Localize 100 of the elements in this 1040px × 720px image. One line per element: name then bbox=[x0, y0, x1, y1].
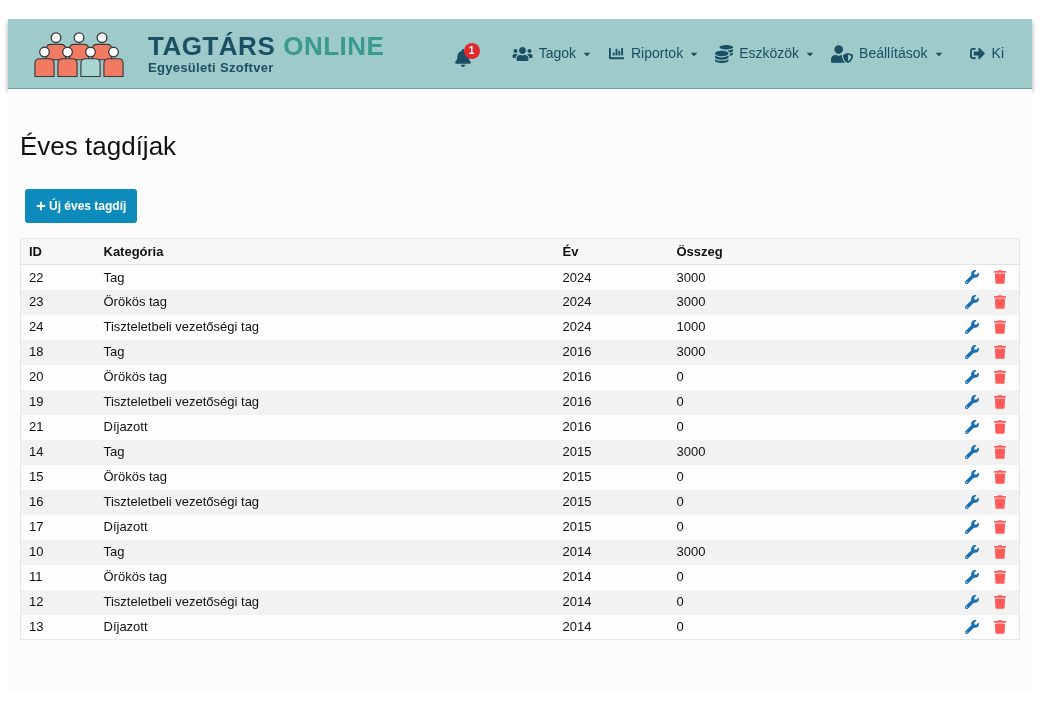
table-cell: 2014 bbox=[554, 614, 669, 640]
table-cell: 2016 bbox=[554, 389, 669, 415]
table-cell: Tag bbox=[95, 264, 555, 290]
edit-button[interactable] bbox=[965, 520, 979, 534]
table-cell: 2015 bbox=[554, 464, 669, 490]
delete-button[interactable] bbox=[994, 345, 1006, 359]
notifications-button[interactable]: 1 bbox=[454, 42, 480, 67]
table-cell: Tiszteletbeli vezetőségi tag bbox=[95, 389, 555, 415]
trash-icon bbox=[994, 570, 1006, 584]
coins-icon bbox=[715, 44, 734, 63]
table-cell: Tag bbox=[95, 539, 555, 565]
logo-title-accent: ONLINE bbox=[283, 31, 385, 60]
wrench-icon bbox=[965, 420, 979, 434]
users-icon bbox=[511, 45, 533, 62]
nav-menu[interactable]: Eszközök bbox=[715, 38, 815, 69]
edit-button[interactable] bbox=[965, 395, 979, 409]
trash-icon bbox=[994, 420, 1006, 434]
table-cell: Díjazott bbox=[95, 614, 555, 640]
table-cell: 0 bbox=[668, 389, 940, 415]
wrench-icon bbox=[965, 270, 979, 285]
delete-button[interactable] bbox=[994, 395, 1006, 409]
column-header: Kategória bbox=[95, 238, 555, 265]
delete-button[interactable] bbox=[994, 570, 1006, 584]
trash-icon bbox=[994, 270, 1006, 285]
edit-button[interactable] bbox=[965, 595, 979, 609]
edit-button[interactable] bbox=[965, 470, 979, 484]
page-title: Éves tagdíjak bbox=[20, 130, 178, 162]
wrench-icon bbox=[965, 345, 979, 359]
nav-menu[interactable]: Tagok bbox=[511, 38, 591, 69]
edit-button[interactable] bbox=[965, 545, 979, 559]
trash-icon bbox=[994, 595, 1006, 609]
bar-chart-icon bbox=[608, 46, 625, 61]
delete-button[interactable] bbox=[994, 320, 1006, 334]
delete-button[interactable] bbox=[994, 595, 1006, 609]
table-cell: 2016 bbox=[554, 364, 669, 390]
table-cell: 2024 bbox=[554, 289, 669, 315]
delete-button[interactable] bbox=[994, 370, 1006, 384]
new-fee-button[interactable]: Új éves tagdíj bbox=[25, 189, 138, 223]
table-cell: Örökös tag bbox=[95, 364, 555, 390]
table-cell: 3000 bbox=[668, 264, 940, 290]
wrench-icon bbox=[965, 295, 979, 309]
table-cell: 15 bbox=[20, 464, 96, 490]
table-cell: 2014 bbox=[554, 589, 669, 615]
delete-button[interactable] bbox=[994, 495, 1006, 509]
edit-button[interactable] bbox=[965, 570, 979, 584]
table-cell: 21 bbox=[20, 414, 96, 440]
edit-button[interactable] bbox=[965, 445, 979, 459]
notification-count-badge: 1 bbox=[463, 42, 480, 59]
delete-button[interactable] bbox=[994, 270, 1006, 285]
table-cell: 19 bbox=[20, 389, 96, 415]
table-cell: 0 bbox=[668, 464, 940, 490]
trash-icon bbox=[994, 545, 1006, 559]
delete-button[interactable] bbox=[994, 470, 1006, 484]
table-cell: 2015 bbox=[554, 489, 669, 515]
table-cell: 20 bbox=[20, 364, 96, 390]
delete-button[interactable] bbox=[994, 619, 1006, 634]
delete-button[interactable] bbox=[994, 420, 1006, 434]
edit-button[interactable] bbox=[965, 320, 979, 334]
delete-button[interactable] bbox=[994, 295, 1006, 309]
table-cell: Tiszteletbeli vezetőségi tag bbox=[95, 589, 555, 615]
table-cell: 2016 bbox=[554, 339, 669, 365]
column-header: ID bbox=[20, 238, 96, 265]
edit-button[interactable] bbox=[965, 345, 979, 359]
logo-subtitle: Egyesületi Szoftver bbox=[148, 59, 275, 76]
edit-button[interactable] bbox=[965, 370, 979, 384]
nav-menu[interactable]: Beállítások bbox=[831, 38, 943, 69]
table-cell: 12 bbox=[20, 589, 96, 615]
wrench-icon bbox=[965, 470, 979, 484]
wrench-icon bbox=[965, 320, 979, 334]
table-cell: 3000 bbox=[668, 439, 940, 465]
table-cell: 16 bbox=[20, 489, 96, 515]
table-cell: 17 bbox=[20, 514, 96, 540]
edit-button[interactable] bbox=[965, 270, 979, 285]
wrench-icon bbox=[965, 619, 979, 634]
delete-button[interactable] bbox=[994, 520, 1006, 534]
table-cell: 3000 bbox=[668, 339, 940, 365]
table-cell: 1000 bbox=[668, 314, 940, 340]
wrench-icon bbox=[965, 570, 979, 584]
edit-button[interactable] bbox=[965, 295, 979, 309]
delete-button[interactable] bbox=[994, 545, 1006, 559]
edit-button[interactable] bbox=[965, 420, 979, 434]
table-cell: Díjazott bbox=[95, 414, 555, 440]
table-cell: 13 bbox=[20, 614, 96, 640]
nav-menu[interactable]: Riportok bbox=[608, 38, 699, 69]
table-cell: 2024 bbox=[554, 264, 669, 290]
table-cell: 0 bbox=[668, 489, 940, 515]
edit-button[interactable] bbox=[965, 495, 979, 509]
trash-icon bbox=[994, 395, 1006, 409]
table-cell: Örökös tag bbox=[95, 464, 555, 490]
table-cell: 3000 bbox=[668, 539, 940, 565]
trash-icon bbox=[994, 619, 1006, 634]
nav-link[interactable]: Ki bbox=[968, 38, 1004, 69]
user-shield-icon bbox=[831, 44, 854, 63]
table-cell: 2015 bbox=[554, 439, 669, 465]
table-cell: Örökös tag bbox=[95, 564, 555, 590]
table-cell: 0 bbox=[668, 414, 940, 440]
trash-icon bbox=[994, 295, 1006, 309]
delete-button[interactable] bbox=[994, 445, 1006, 459]
table-cell: Tiszteletbeli vezetőségi tag bbox=[95, 314, 555, 340]
edit-button[interactable] bbox=[965, 619, 979, 634]
